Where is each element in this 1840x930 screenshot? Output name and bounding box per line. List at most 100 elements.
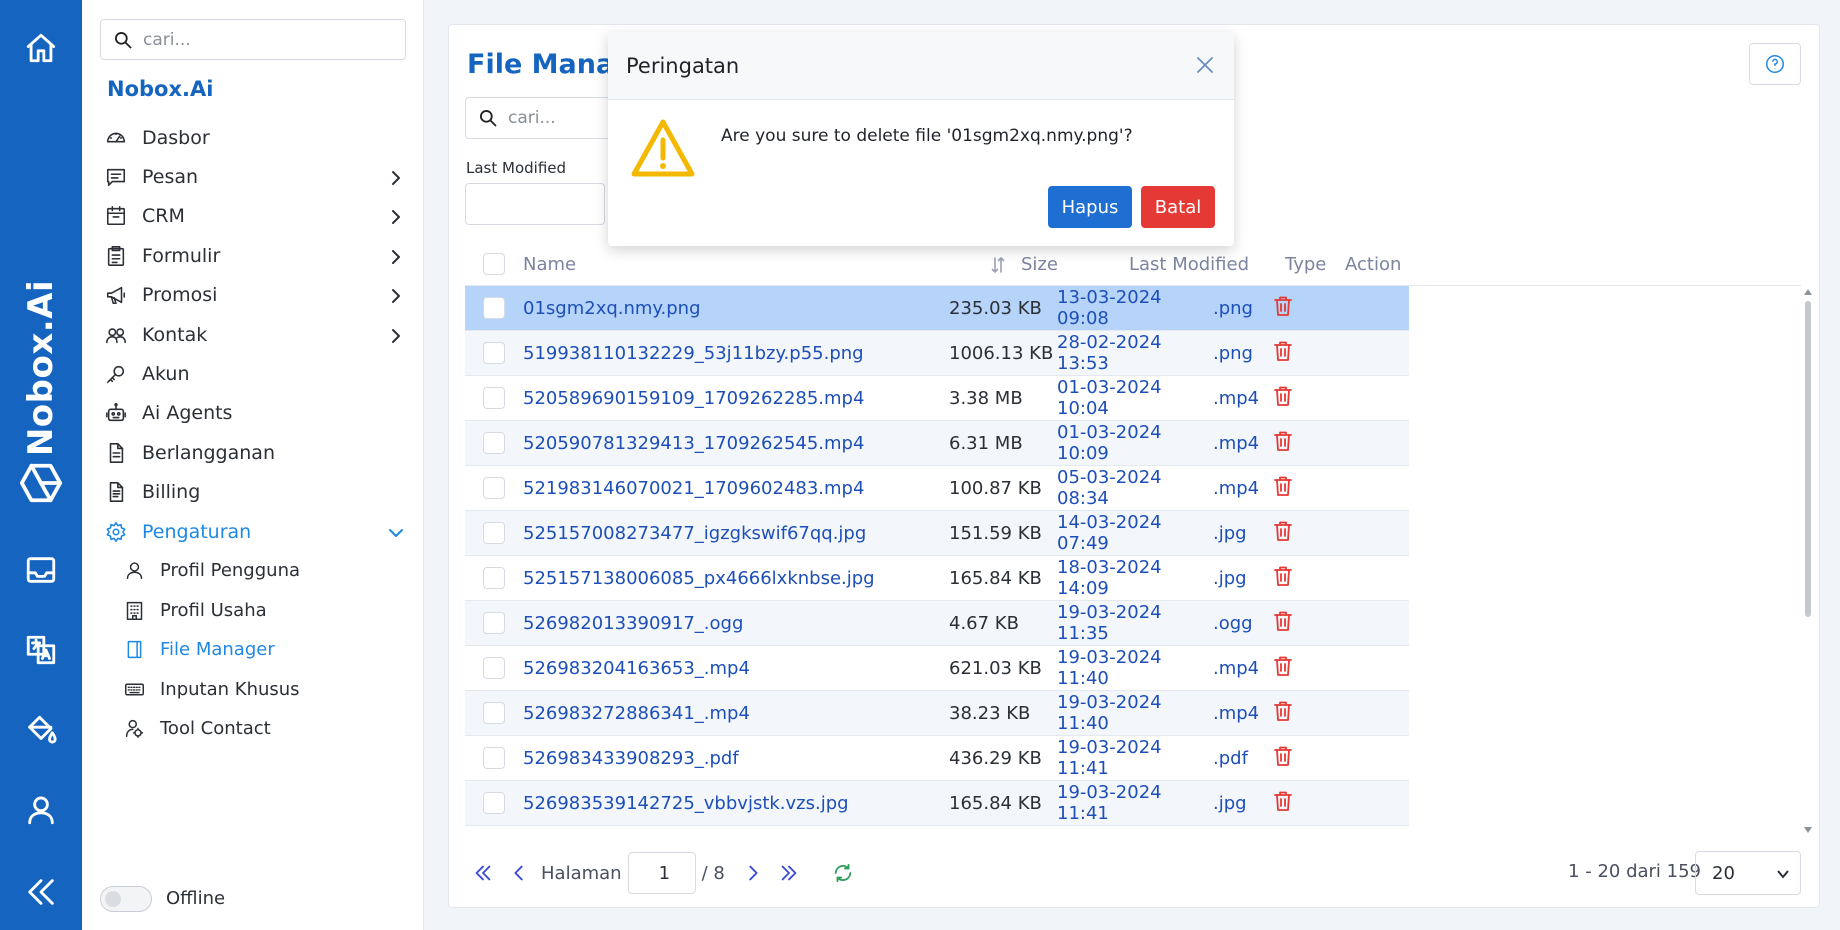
paint-bucket-icon[interactable]: [21, 710, 61, 750]
trash-icon[interactable]: [1273, 476, 1293, 502]
sidebar-item-pesan[interactable]: Pesan: [104, 157, 404, 196]
sidebar-item-berlangganan[interactable]: Berlangganan: [104, 433, 404, 472]
row-checkbox[interactable]: [483, 792, 505, 814]
column-header-type[interactable]: Type: [1285, 254, 1345, 275]
translate-icon[interactable]: [21, 630, 61, 670]
table-row[interactable]: 525157008273477_igzgkswif67qq.jpg 151.59 …: [465, 511, 1409, 556]
page-number-input[interactable]: 1: [627, 852, 696, 894]
trash-icon[interactable]: [1273, 656, 1293, 682]
last-page-button[interactable]: [775, 859, 803, 887]
sidebar-item-kontak[interactable]: Kontak: [104, 315, 404, 354]
trash-icon[interactable]: [1273, 701, 1293, 727]
next-page-button[interactable]: [739, 859, 767, 887]
file-name-link[interactable]: 525157138006085_px4666lxknbse.jpg: [523, 568, 949, 589]
row-checkbox[interactable]: [483, 702, 505, 724]
file-name-link[interactable]: 526983433908293_.pdf: [523, 748, 949, 769]
file-name-link[interactable]: 520589690159109_1709262285.mp4: [523, 388, 949, 409]
row-checkbox[interactable]: [483, 342, 505, 364]
file-name-link[interactable]: 526983272886341_.mp4: [523, 703, 949, 724]
row-checkbox[interactable]: [483, 387, 505, 409]
row-checkbox[interactable]: [483, 567, 505, 589]
table-row[interactable]: 526983539142725_vbbvjstk.vzs.jpg 165.84 K…: [465, 781, 1409, 826]
column-header-name[interactable]: Name: [523, 254, 1021, 275]
row-checkbox[interactable]: [483, 657, 505, 679]
sidebar-item-promosi[interactable]: Promosi: [104, 276, 404, 315]
file-name-link[interactable]: 526983204163653_.mp4: [523, 658, 949, 679]
file-name-link[interactable]: 525157008273477_igzgkswif67qq.jpg: [523, 523, 949, 544]
user-icon[interactable]: [21, 790, 61, 830]
first-page-button[interactable]: [469, 859, 497, 887]
file-name-link[interactable]: 519938110132229_53j11bzy.p55.png: [523, 343, 949, 364]
sidebar-item-ai-agents[interactable]: Ai Agents: [104, 394, 404, 433]
sidebar-item-billing[interactable]: Billing: [104, 473, 404, 512]
column-header-size[interactable]: Size: [1021, 254, 1129, 275]
sidebar-item-label: Akun: [142, 363, 190, 386]
chevron-right-icon: [388, 248, 404, 264]
help-button[interactable]: [1749, 43, 1801, 85]
crm-icon: [104, 204, 128, 228]
table-row[interactable]: 519938110132229_53j11bzy.p55.png 1006.13 …: [465, 331, 1409, 376]
trash-icon[interactable]: [1273, 341, 1293, 367]
online-status-toggle[interactable]: [100, 886, 152, 912]
select-all-checkbox[interactable]: [483, 253, 505, 275]
file-name-link[interactable]: 526982013390917_.ogg: [523, 613, 949, 634]
home-icon[interactable]: [21, 28, 61, 68]
close-icon[interactable]: [1194, 54, 1216, 76]
confirm-delete-button[interactable]: Hapus: [1048, 186, 1132, 228]
file-search-input[interactable]: [508, 108, 618, 128]
table-row[interactable]: 526983204163653_.mp4 621.03 KB 19-03-2024 …: [465, 646, 1409, 691]
sidebar-item-crm[interactable]: CRM: [104, 197, 404, 236]
sidebar-item-inputan-khusus[interactable]: Inputan Khusus: [122, 669, 404, 708]
inbox-icon[interactable]: [21, 550, 61, 590]
cancel-button[interactable]: Batal: [1141, 186, 1215, 228]
chevron-down-icon: [1777, 870, 1789, 879]
trash-icon[interactable]: [1273, 431, 1293, 457]
trash-icon[interactable]: [1273, 521, 1293, 547]
sidebar-item-pengaturan[interactable]: Pengaturan: [104, 512, 404, 551]
row-checkbox[interactable]: [483, 522, 505, 544]
prev-page-button[interactable]: [505, 859, 533, 887]
refresh-button[interactable]: [829, 859, 857, 887]
collapse-icon[interactable]: [21, 872, 61, 912]
file-name-link[interactable]: 521983146070021_1709602483.mp4: [523, 478, 949, 499]
file-name-link[interactable]: 520590781329413_1709262545.mp4: [523, 433, 949, 454]
sidebar-item-akun[interactable]: Akun: [104, 354, 404, 393]
table-row[interactable]: 526983272886341_.mp4 38.23 KB 19-03-2024 1…: [465, 691, 1409, 736]
trash-icon[interactable]: [1273, 566, 1293, 592]
sidebar-item-file-manager[interactable]: File Manager: [122, 630, 404, 669]
row-checkbox[interactable]: [483, 747, 505, 769]
table-scrollbar[interactable]: [1803, 287, 1813, 835]
file-size: 1006.13 KB: [949, 342, 1054, 364]
sidebar-item-dasbor[interactable]: Dasbor: [104, 118, 404, 157]
row-checkbox[interactable]: [483, 297, 505, 319]
page-size-select[interactable]: 20: [1695, 851, 1801, 895]
trash-icon[interactable]: [1273, 296, 1293, 322]
sidebar-search[interactable]: [100, 19, 406, 60]
sidebar-item-profil-usaha[interactable]: Profil Usaha: [122, 591, 404, 630]
file-name-link[interactable]: 01sgm2xq.nmy.png: [523, 298, 949, 319]
sidebar-item-tool-contact[interactable]: Tool Contact: [122, 709, 404, 748]
trash-icon[interactable]: [1273, 386, 1293, 412]
sort-icon[interactable]: [991, 256, 1007, 274]
sidebar-item-formulir[interactable]: Formulir: [104, 236, 404, 275]
trash-icon[interactable]: [1273, 746, 1293, 772]
table-row[interactable]: 526983433908293_.pdf 436.29 KB 19-03-2024 …: [465, 736, 1409, 781]
sidebar-search-input[interactable]: [143, 29, 393, 50]
row-checkbox[interactable]: [483, 612, 505, 634]
last-modified-filter-input[interactable]: [465, 183, 605, 225]
file-name-link[interactable]: 526983539142725_vbbvjstk.vzs.jpg: [523, 793, 949, 814]
file-search[interactable]: [465, 97, 625, 139]
column-header-last-modified[interactable]: Last Modified: [1129, 254, 1285, 275]
table-row[interactable]: 01sgm2xq.nmy.png 235.03 KB 13-03-2024 09:0…: [465, 286, 1409, 331]
trash-icon[interactable]: [1273, 791, 1293, 817]
table-row[interactable]: 520590781329413_1709262545.mp4 6.31 MB 01-…: [465, 421, 1409, 466]
refresh-icon: [834, 863, 852, 883]
table-row[interactable]: 521983146070021_1709602483.mp4 100.87 KB 0…: [465, 466, 1409, 511]
row-checkbox[interactable]: [483, 432, 505, 454]
table-row[interactable]: 520589690159109_1709262285.mp4 3.38 MB 01-…: [465, 376, 1409, 421]
row-checkbox[interactable]: [483, 477, 505, 499]
table-row[interactable]: 526982013390917_.ogg 4.67 KB 19-03-2024 11…: [465, 601, 1409, 646]
table-row[interactable]: 525157138006085_px4666lxknbse.jpg 165.84 …: [465, 556, 1409, 601]
sidebar-item-profil-pengguna[interactable]: Profil Pengguna: [122, 551, 404, 590]
trash-icon[interactable]: [1273, 611, 1293, 637]
